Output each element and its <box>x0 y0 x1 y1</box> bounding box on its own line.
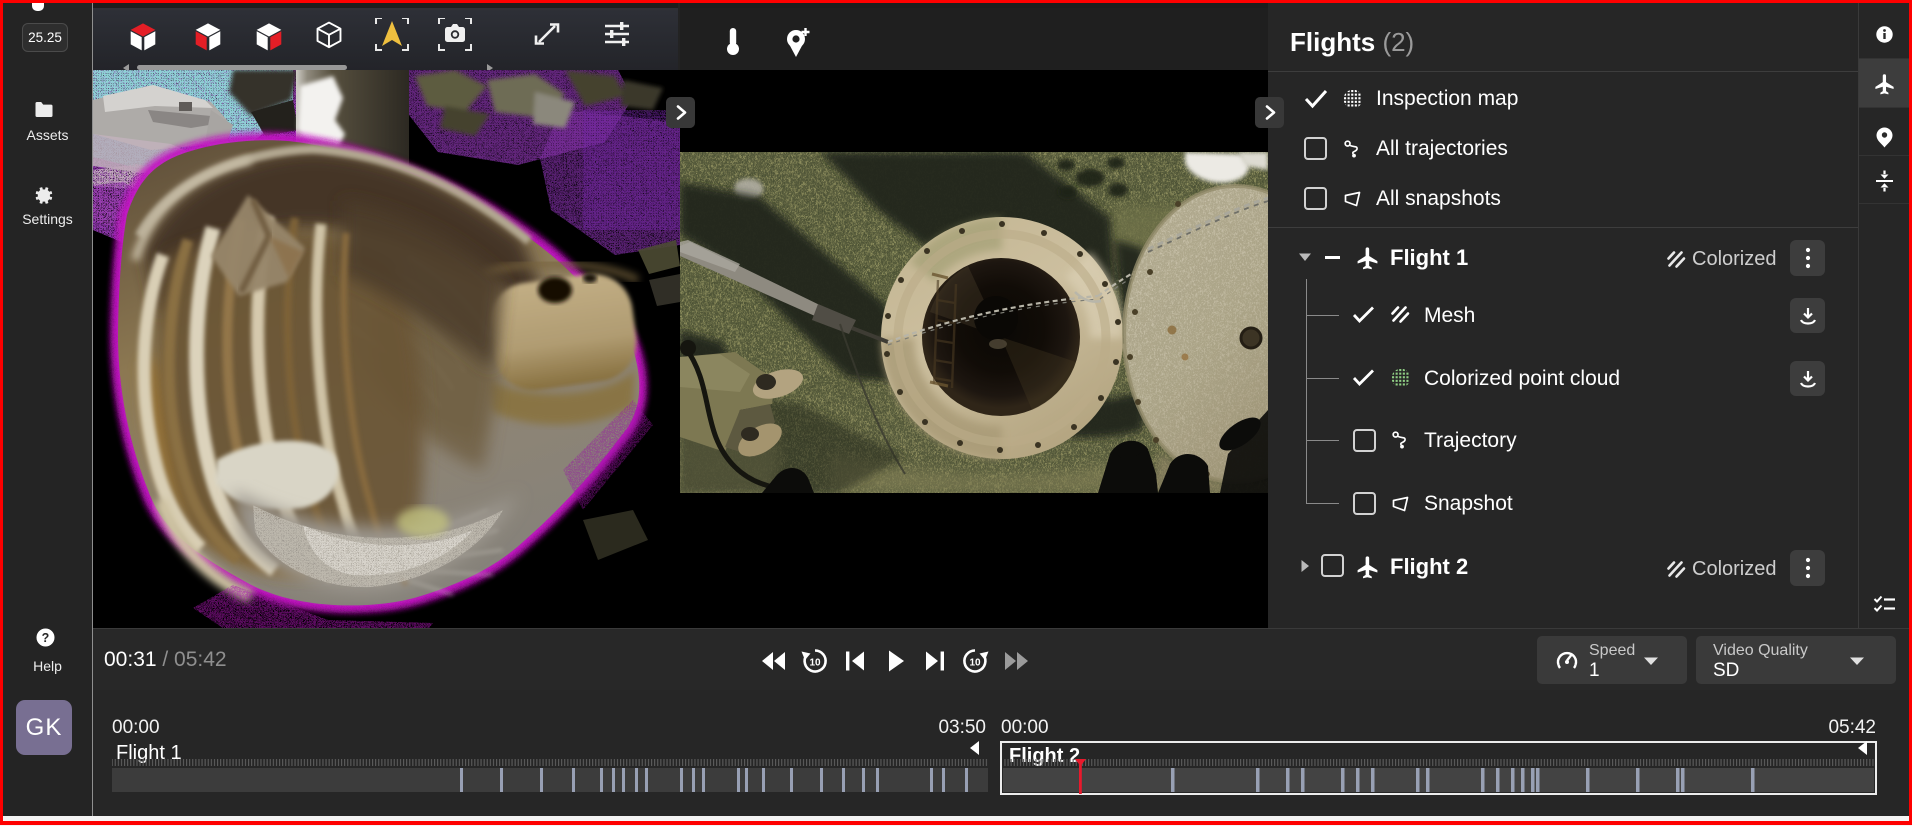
svg-text:10: 10 <box>809 657 821 668</box>
svg-text:10: 10 <box>969 657 981 668</box>
svg-text:?: ? <box>42 631 50 645</box>
